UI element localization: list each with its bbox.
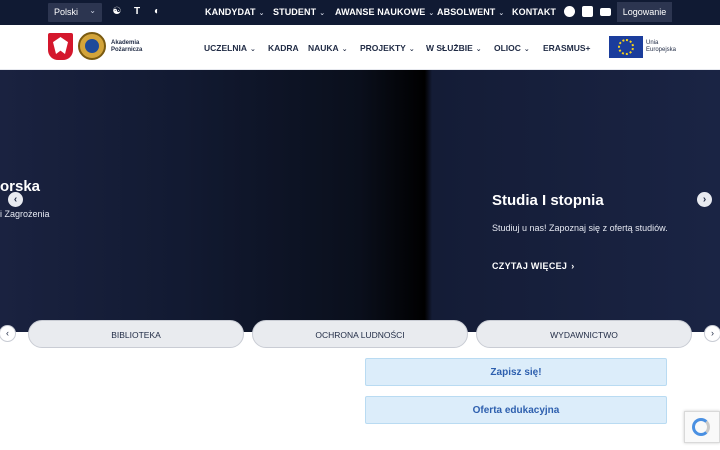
nav-olioc[interactable]: OLIOC ⌄ (494, 43, 530, 53)
nav-label: OLIOC (494, 43, 521, 53)
slide-title: Studia I stopnia (492, 192, 604, 209)
carousel-next-button[interactable]: › (697, 192, 712, 207)
chevron-down-icon: ⌄ (408, 46, 415, 53)
chevron-down-icon: ⌄ (475, 46, 482, 53)
youtube-icon[interactable] (600, 8, 611, 16)
topnav-label: ABSOLWENT (437, 7, 496, 17)
topnav-label: AWANSE NAUKOWE (335, 7, 426, 17)
nav-label: UCZELNIA (204, 43, 247, 53)
nav-projekty[interactable]: PROJEKTY ⌄ (360, 43, 415, 53)
slide-subtitle-previous: i Zagrożenia (0, 209, 50, 219)
chevron-down-icon: ⌄ (258, 10, 265, 17)
chevron-down-icon: ⌄ (428, 10, 435, 17)
seal-center (85, 39, 99, 53)
facebook-icon[interactable] (564, 6, 575, 17)
quick-link-biblioteka[interactable]: BIBLIOTEKA (28, 320, 244, 348)
hero-carousel: orska i Zagrożenia Studia I stopnia Stud… (0, 70, 720, 332)
carousel-prev-button[interactable]: ‹ (8, 192, 23, 207)
language-select[interactable]: Polski ⌄ (48, 3, 102, 22)
nav-label: NAUKA (308, 43, 339, 53)
chevron-down-icon: ⌄ (498, 10, 505, 17)
quick-link-wydawnictwo[interactable]: WYDAWNICTWO (476, 320, 692, 348)
main-header: Akademia Pożarnicza UCZELNIA ⌄ KADRA NAUK… (0, 25, 720, 70)
slide-title-previous: orska (0, 178, 41, 195)
eu-stars-icon (618, 39, 634, 55)
nav-kadra[interactable]: KADRA (268, 43, 299, 53)
topnav-label: STUDENT (273, 7, 317, 17)
accessibility-icon[interactable]: ☯ (111, 6, 123, 18)
slide-subtitle: Studiuj u nas! Zapoznaj się z ofertą stu… (492, 223, 668, 233)
chevron-down-icon: ⌄ (523, 46, 530, 53)
contrast-icon[interactable]: ◐ (151, 6, 163, 18)
topnav-absolwent[interactable]: ABSOLWENT ⌄ (437, 7, 504, 17)
font-size-icon[interactable]: T (131, 6, 143, 18)
chevron-right-icon: › (571, 261, 575, 271)
chevron-down-icon: ⌄ (89, 6, 96, 15)
nav-uczelnia[interactable]: UCZELNIA ⌄ (204, 43, 256, 53)
linkedin-icon[interactable] (582, 6, 593, 17)
top-bar: Polski ⌄ ☯ T ◐ KANDYDAT ⌄ STUDENT ⌄ AWANSE… (0, 0, 720, 25)
chevron-down-icon: ⌄ (319, 10, 326, 17)
read-more-label: CZYTAJ WIĘCEJ (492, 261, 568, 271)
nav-label: W SŁUŻBIE (426, 43, 473, 53)
read-more-link[interactable]: CZYTAJ WIĘCEJ › (492, 261, 575, 271)
chevron-down-icon: ⌄ (341, 46, 348, 53)
quick-link-ochrona-ludnosci[interactable]: OCHRONA LUDNOŚCI (252, 320, 468, 348)
recaptcha-icon (692, 418, 710, 436)
topnav-student[interactable]: STUDENT ⌄ (273, 7, 325, 17)
brand-name[interactable]: Akademia Pożarnicza (111, 40, 151, 54)
eu-label: Unia Europejska (646, 40, 676, 54)
eu-line2: Europejska (646, 47, 677, 53)
quick-links: ‹ BIBLIOTEKA OCHRONA LUDNOŚCI WYDAWNICTW… (0, 319, 720, 349)
nav-label: KADRA (268, 43, 299, 53)
signup-button[interactable]: Zapisz się! (365, 358, 667, 386)
topnav-awanse-naukowe[interactable]: AWANSE NAUKOWE ⌄ (335, 7, 434, 17)
login-button[interactable]: Logowanie (617, 2, 672, 22)
education-offer-button[interactable]: Oferta edukacyjna (365, 396, 667, 424)
brand-line2: Pożarnicza (111, 47, 143, 53)
topnav-kontakt[interactable]: KONTAKT (512, 7, 556, 17)
brand-line1: Akademia (111, 40, 140, 46)
nav-w-sluzbie[interactable]: W SŁUŻBIE ⌄ (426, 43, 482, 53)
nav-nauka[interactable]: NAUKA ⌄ (308, 43, 348, 53)
nav-label: ERASMUS+ (543, 43, 591, 53)
eu-line1: Unia (646, 40, 659, 46)
quick-links-next-button[interactable]: › (704, 325, 720, 342)
topnav-label: KANDYDAT (205, 7, 256, 17)
quick-links-prev-button[interactable]: ‹ (0, 325, 16, 342)
topnav-kandydat[interactable]: KANDYDAT ⌄ (205, 7, 265, 17)
nav-label: PROJEKTY (360, 43, 406, 53)
topnav-label: KONTAKT (512, 7, 557, 17)
chevron-down-icon: ⌄ (249, 46, 256, 53)
language-select-value: Polski (54, 7, 79, 17)
nav-erasmus[interactable]: ERASMUS+ (543, 43, 590, 53)
